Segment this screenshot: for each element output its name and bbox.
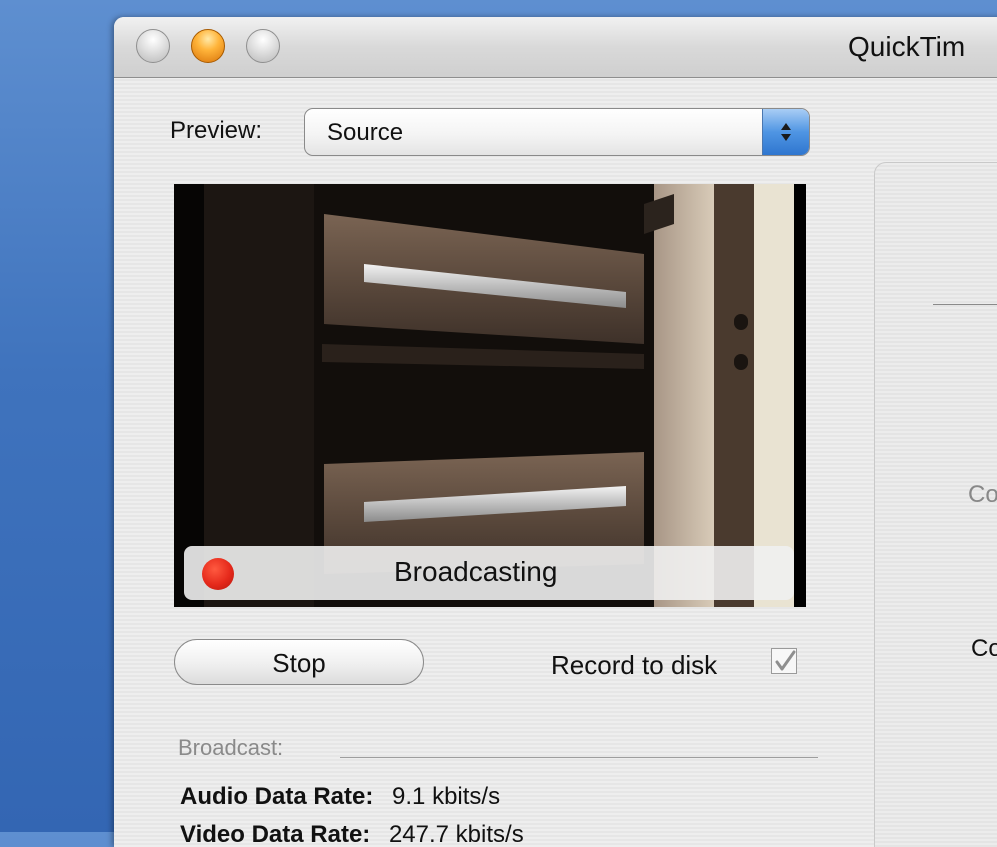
close-button[interactable] xyxy=(136,29,170,63)
panel-label-truncated-2: Co xyxy=(971,635,997,662)
preview-label: Preview: xyxy=(170,117,263,144)
section-divider xyxy=(340,757,818,758)
camera-feed-image xyxy=(174,184,806,607)
video-preview: Broadcasting xyxy=(174,184,806,607)
panel-divider xyxy=(933,304,997,305)
broadcast-status-text: Broadcasting xyxy=(394,556,558,587)
preview-source-popup[interactable]: Source xyxy=(304,108,810,156)
settings-panel: Co Co xyxy=(874,162,997,847)
title-bar[interactable]: QuickTim xyxy=(114,17,997,78)
zoom-button[interactable] xyxy=(246,29,280,63)
video-data-rate-label: Video Data Rate: xyxy=(180,821,371,847)
record-to-disk-checkbox[interactable] xyxy=(771,648,797,674)
popup-stepper-icon xyxy=(762,109,809,155)
recording-indicator-icon xyxy=(202,558,234,590)
panel-label-truncated-1: Co xyxy=(968,481,997,508)
record-to-disk-label: Record to disk xyxy=(551,650,718,680)
checkmark-icon xyxy=(775,650,796,671)
audio-data-rate-label: Audio Data Rate: xyxy=(180,783,374,810)
broadcast-status-bar: Broadcasting xyxy=(184,546,794,600)
audio-data-rate-row: Audio Data Rate: 9.1 kbits/s xyxy=(180,783,500,811)
broadcast-section-label: Broadcast: xyxy=(178,735,284,760)
window-title: QuickTim xyxy=(848,31,966,62)
stop-button[interactable]: Stop xyxy=(174,639,424,685)
quicktime-broadcaster-window: QuickTim Preview: Source Broadcasting St… xyxy=(114,17,997,847)
preview-popup-value: Source xyxy=(327,119,404,146)
minimize-button[interactable] xyxy=(191,29,225,63)
audio-data-rate-value: 9.1 kbits/s xyxy=(392,783,501,810)
video-data-rate-row: Video Data Rate: 247.7 kbits/s xyxy=(180,821,524,847)
video-data-rate-value: 247.7 kbits/s xyxy=(388,821,524,847)
